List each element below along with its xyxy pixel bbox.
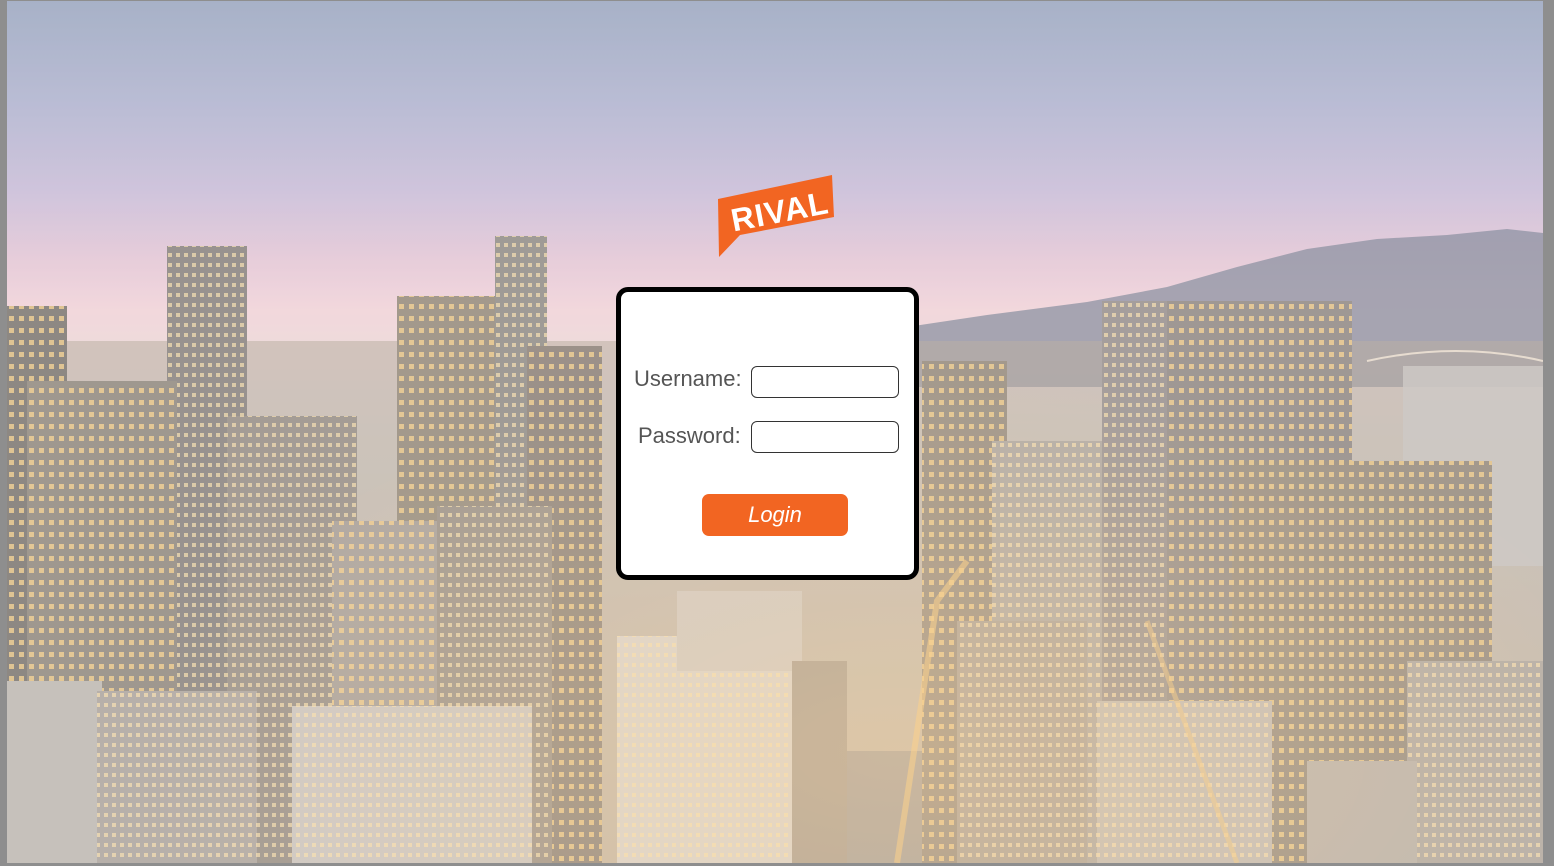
rival-logo: RIVAL — [718, 175, 834, 257]
username-label: Username: — [634, 366, 742, 391]
password-input[interactable] — [751, 421, 899, 453]
password-label: Password: — [638, 423, 741, 448]
login-screen: RIVAL Username: Password: Login — [7, 1, 1543, 863]
username-input[interactable] — [751, 366, 899, 398]
login-button[interactable]: Login — [702, 494, 848, 536]
logo-text: RIVAL — [728, 184, 832, 238]
login-panel: Username: Password: Login — [616, 287, 919, 580]
